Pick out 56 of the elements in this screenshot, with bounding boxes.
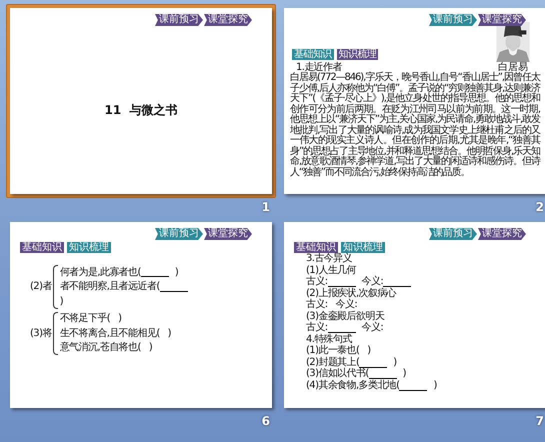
image-caption: 白居易 [498,62,528,73]
slide-text: 今义: [336,299,358,310]
slide-text: (2)者 [30,281,52,292]
slide-title: 11 与微之书 [104,104,178,116]
nav-tab[interactable]: 课前预习 [155,14,203,26]
slide-number: 6 [260,413,271,428]
slide-text: 今义: [362,276,384,287]
section-tag[interactable]: 基础知识 [20,242,64,253]
slide-text: (3)金銮殿后欲明天 [306,310,384,322]
slide-text: 生不将离合,且不能相见( [60,328,160,338]
slide-number: 2 [534,199,545,214]
slide-text: (2)上报疾状,次叙病心 [306,288,396,298]
brace-mark [52,312,58,355]
section-tag[interactable]: 知识梳理 [67,242,111,253]
slide-text: ) [367,345,371,356]
slide-text: 古义: [306,322,328,333]
section-tag[interactable]: 基础知识 [294,242,338,253]
nav-tab[interactable]: 课前预习 [429,14,477,26]
slide-text: (3)将 [30,328,52,339]
slide-text: ) [118,313,122,324]
slide-text: ) [433,380,437,390]
slide-text: ) [402,368,406,379]
slide-heading: 1.走近作者 [296,62,342,73]
slide-thumbnail[interactable]: 课前预习 课堂探究 11 与微之书 [6,4,276,198]
slide-text: 古义: [306,276,328,287]
slide-text: ) [168,328,171,338]
slide-text: 今义: [362,322,384,333]
section-tag[interactable]: 知识梳理 [336,49,378,60]
slide-text: 3.古今异义 [306,253,352,264]
slide-number: 7 [534,413,545,428]
nav-tab[interactable]: 课前预习 [155,228,203,240]
slide-text: 古义: [306,299,328,310]
slide-text: ) [393,356,397,368]
nav-tab[interactable]: 课堂探究 [478,228,526,240]
nav-tab[interactable]: 课前预习 [429,228,477,240]
slide-text: (2)封题其上( [306,356,360,368]
slide-text: 4.特殊句式 [306,334,352,344]
slide-text: 意气消沉,苍自将也( [60,342,141,353]
brace-mark [52,265,58,308]
slide-text: (4)其余食物,多类北地( [306,380,400,390]
slide-text: 何者为是,此寡者也( [60,266,141,278]
slide-text: 者不能明察,且者远近者( [60,281,160,292]
section-tag[interactable]: 知识梳理 [341,242,385,253]
slide-text: 不将足下乎( [60,313,110,324]
nav-tab[interactable]: 课堂探究 [204,14,252,26]
slide-text: ) [60,296,64,306]
slide-text: ) [148,342,152,353]
slide-number: 1 [260,199,271,214]
nav-tab[interactable]: 课堂探究 [478,14,526,26]
slide-text: (1)人生几何 [306,264,356,276]
section-tag[interactable]: 基础知识 [292,49,334,60]
paragraph: 白居易(772—846),字乐天，晚号香山,自号“香山居士”,因曾任太子少傅,后人亦称他为“白傅”。孟子说的“穷则独善其身,达则兼济天下”(《孟子·尽心上》),是他立身处世的指导思想。他的思想和创作可分为前后两期。在贬为江州司马以前为前期。这一时期,他思想上以“兼济天下”为主,关心国家,为民请命,勇敢地战斗,敢发地批判,写出了大量的讽喻诗,成为我国文学史上继杜甫之后的又一伟大的现实主义诗人。但在创作的后期,尤其是晚年,“独善其身”的思想占了主导地位,并和释道思想结合。他明哲保身,乐天知命,放意歌酒情琴,参禅学道,写出了大量的闲适诗和感伤诗。但诗人“独善”而不同流合污,始终保持高洁的品质。 [290,73,540,178]
nav-tab[interactable]: 课堂探究 [204,228,252,240]
slide-text: (1)此一泰也( [306,345,360,356]
slide-text: (3)信如以代书( [306,368,369,379]
slide-text: ) [174,266,178,278]
